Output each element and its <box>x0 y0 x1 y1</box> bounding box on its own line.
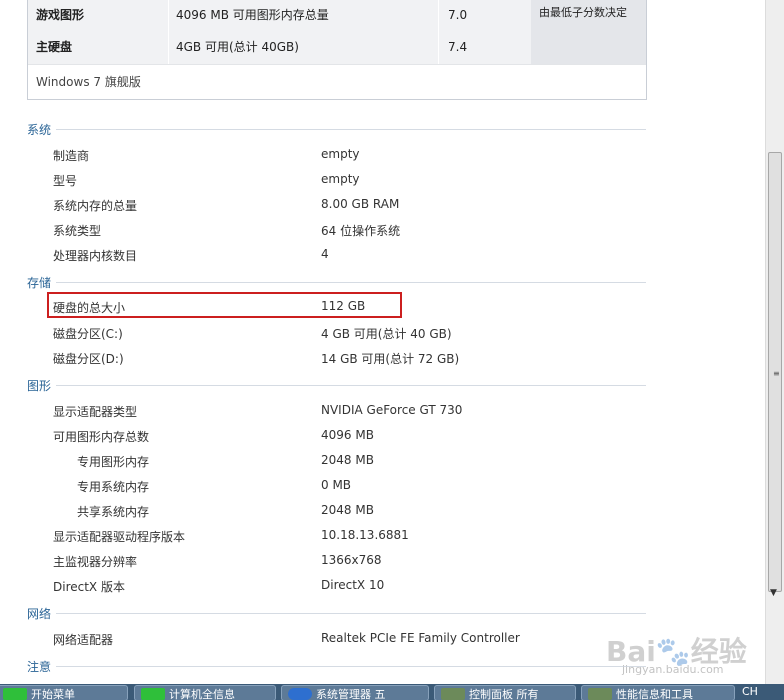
info-label: 专用系统内存 <box>77 480 150 494</box>
info-label: 专用图形内存 <box>77 455 150 469</box>
app-icon <box>288 688 312 700</box>
info-label: 系统类型 <box>53 224 102 238</box>
info-value: 8.00 GB RAM <box>321 197 400 211</box>
info-label: 型号 <box>53 174 78 188</box>
taskbar-label: 开始菜单 <box>31 688 75 700</box>
info-label: 网络适配器 <box>53 633 114 647</box>
info-value: 4096 MB <box>321 428 374 442</box>
info-label: 系统内存的总量 <box>53 199 138 213</box>
info-value: empty <box>321 172 360 186</box>
info-value: empty <box>321 147 360 161</box>
info-value: 0 MB <box>321 478 352 492</box>
chevron-down-icon[interactable]: ▼ <box>770 588 777 598</box>
info-value: DirectX 10 <box>321 578 385 592</box>
taskbar-button[interactable]: 计算机全信息 <box>134 685 276 700</box>
rating-detail: 4GB 可用(总计 40GB) <box>176 40 299 54</box>
divider <box>56 282 646 283</box>
rating-score: 7.0 <box>448 8 468 22</box>
divider <box>28 64 646 65</box>
divider <box>56 666 646 667</box>
system-info-panel: 游戏图形 4096 MB 可用图形内存总量 7.0 主硬盘 4GB 可用(总计 … <box>0 0 765 684</box>
taskbar-button[interactable]: 系统管理器 五 <box>281 685 429 700</box>
app-icon <box>588 688 612 700</box>
info-label: 显示适配器类型 <box>53 405 138 419</box>
info-label: 显示适配器驱动程序版本 <box>53 530 186 544</box>
taskbar-label: 系统管理器 五 <box>316 688 386 700</box>
section-title-notes: 注意 <box>27 660 52 674</box>
info-label: 主监视器分辨率 <box>53 555 138 569</box>
section-title-graphics: 图形 <box>27 379 52 393</box>
os-edition: Windows 7 旗舰版 <box>36 75 141 89</box>
info-value: 64 位操作系统 <box>321 224 401 238</box>
section-title-network: 网络 <box>27 607 52 621</box>
rating-name: 主硬盘 <box>36 40 73 54</box>
watermark-url: jingyan.baidu.com <box>622 663 724 676</box>
rating-score: 7.4 <box>448 40 468 54</box>
taskbar-label: 控制面板 所有 <box>469 688 539 700</box>
info-label: 共享系统内存 <box>77 505 150 519</box>
taskbar-label: 性能信息和工具 <box>616 688 693 700</box>
info-value: Realtek PCIe FE Family Controller <box>321 631 520 645</box>
info-label: DirectX 版本 <box>53 580 125 594</box>
info-value: 2048 MB <box>321 503 374 517</box>
info-label: 磁盘分区(D:) <box>53 352 124 366</box>
grip-icon: ≡ <box>773 369 780 378</box>
rating-table: 游戏图形 4096 MB 可用图形内存总量 7.0 主硬盘 4GB 可用(总计 … <box>27 0 647 100</box>
info-value: 4 GB 可用(总计 40 GB) <box>321 327 452 341</box>
app-icon <box>141 688 165 700</box>
info-value: 112 GB <box>321 299 366 313</box>
tray-language[interactable]: CH <box>742 685 758 698</box>
info-value: 2048 MB <box>321 453 374 467</box>
info-value: 14 GB 可用(总计 72 GB) <box>321 352 460 366</box>
info-value: 1366x768 <box>321 553 382 567</box>
section-title-system: 系统 <box>27 123 52 137</box>
divider <box>56 385 646 386</box>
info-label: 磁盘分区(C:) <box>53 327 123 341</box>
rating-note: 由最低子分数决定 <box>531 0 646 64</box>
info-label: 制造商 <box>53 149 90 163</box>
scrollbar-thumb[interactable]: ≡ <box>768 152 782 592</box>
info-value: 10.18.13.6881 <box>321 528 409 542</box>
divider <box>56 129 646 130</box>
rating-detail: 4096 MB 可用图形内存总量 <box>176 8 329 22</box>
taskbar-button[interactable]: 开始菜单 <box>0 685 128 700</box>
table-row: 游戏图形 4096 MB 可用图形内存总量 7.0 <box>28 0 531 32</box>
info-label: 硬盘的总大小 <box>53 301 126 315</box>
info-label: 处理器内核数目 <box>53 249 138 263</box>
app-icon <box>441 688 465 700</box>
taskbar-label: 计算机全信息 <box>169 688 235 700</box>
divider <box>56 613 646 614</box>
section-title-storage: 存储 <box>27 276 52 290</box>
info-label: 可用图形内存总数 <box>53 430 150 444</box>
taskbar-button[interactable]: 控制面板 所有 <box>434 685 576 700</box>
table-row: 主硬盘 4GB 可用(总计 40GB) 7.4 <box>28 32 531 64</box>
info-value: NVIDIA GeForce GT 730 <box>321 403 463 417</box>
taskbar-button[interactable]: 性能信息和工具 <box>581 685 735 700</box>
info-value: 4 <box>321 247 329 261</box>
vertical-scrollbar[interactable]: ≡ ▼ <box>765 0 784 684</box>
app-icon <box>3 688 27 700</box>
taskbar: 开始菜单 计算机全信息 系统管理器 五 控制面板 所有 性能信息和工具 CH <box>0 684 784 700</box>
rating-name: 游戏图形 <box>36 8 85 22</box>
